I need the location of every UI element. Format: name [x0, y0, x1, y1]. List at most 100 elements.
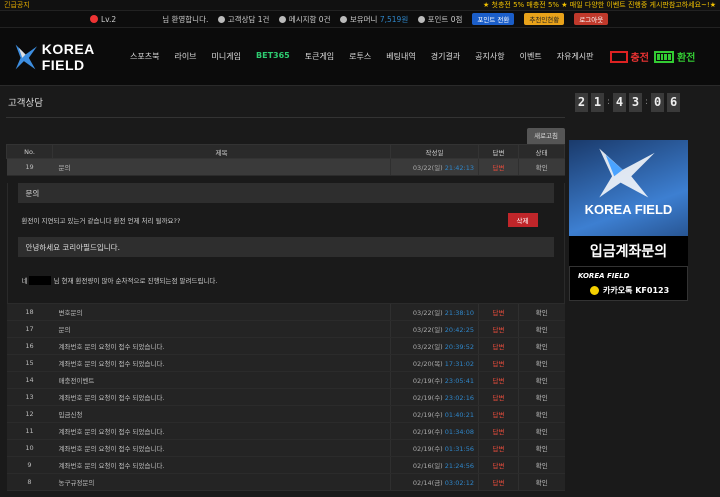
- row-date-time: 17:31:02: [444, 360, 474, 368]
- row-date: 03/22(일) 20:42:25: [390, 320, 479, 338]
- banner-deposit-text: 입금계좌문의: [569, 236, 688, 266]
- urgent-notice-label[interactable]: 긴급공지: [4, 0, 30, 10]
- mail-icon: [279, 16, 287, 23]
- money-value: 7,519원: [379, 14, 409, 24]
- charge-label: 충전: [630, 53, 649, 64]
- kakao-banner[interactable]: KOREA FIELD 카카오톡 KF0123: [569, 266, 688, 301]
- point-icon: [418, 16, 426, 23]
- row-no: 12: [6, 405, 53, 423]
- row-date: 03/22(일) 21:42:13: [390, 158, 479, 176]
- banner2-logo-text: KOREA FIELD: [578, 272, 630, 280]
- table-row[interactable]: 11 계좌번호 문의 요청이 접수 되었습니다. 02/19(수) 01:34:08…: [6, 422, 565, 440]
- menu-free-board[interactable]: 자유게시판: [557, 51, 594, 62]
- table-row-active[interactable]: 19 문의 03/22(일) 21:42:13 답변 확인: [6, 158, 565, 176]
- row-date: 02/19(수) 01:40:21: [390, 405, 479, 423]
- row-title[interactable]: 계좌번호 문의 요청이 접수 되었습니다.: [52, 439, 391, 457]
- row-title[interactable]: 계좌번호 문의 요청이 접수 되었습니다.: [52, 456, 391, 474]
- charge-exchange: 충전 환전: [609, 49, 695, 64]
- message-link[interactable]: 메시지함 0건: [279, 14, 330, 25]
- row-title[interactable]: 매충전이벤트: [52, 371, 391, 389]
- menu-event[interactable]: 이벤트: [520, 51, 542, 62]
- inquiry-detail: 문의 환전이 지연되고 있는거 같습니다 환전 언제 처리 될까요?? 삭제 안…: [6, 183, 565, 303]
- logo-star-icon: [15, 44, 38, 69]
- site-logo[interactable]: KOREA FIELD: [14, 40, 124, 74]
- row-title[interactable]: 문의: [52, 158, 391, 176]
- row-answer: 답변: [478, 439, 519, 457]
- point-convert-button[interactable]: 포인트 전환: [472, 13, 515, 25]
- row-answer: 답변: [478, 456, 519, 474]
- reply-text: 님 현재 환전량이 많아 순차적으로 진행되는점 말려드립니다.: [53, 277, 218, 285]
- menu-list: 스포츠북 라이브 미니게임 BET365 토큰게임 로투스 베팅내역 경기결과 …: [130, 51, 594, 62]
- question-text: 환전이 지연되고 있는거 같습니다 환전 언제 처리 될까요??: [21, 217, 181, 225]
- table-row[interactable]: 14 매충전이벤트 02/19(수) 23:05:41 답변 확인: [6, 371, 565, 389]
- battery-empty-icon: [609, 50, 628, 63]
- row-status: 확인: [518, 158, 565, 176]
- row-status: 확인: [518, 405, 565, 423]
- table-row[interactable]: 9 계좌번호 문의 요청이 접수 되었습니다. 02/16(일) 21:24:56 답…: [6, 456, 565, 474]
- row-title[interactable]: 계좌번호 문의 요청이 접수 되었습니다.: [52, 354, 391, 372]
- deposit-account-banner[interactable]: KOREA FIELD 입금계좌문의: [569, 140, 688, 266]
- message-count: 메시지함 0건: [288, 14, 331, 24]
- exchange-button[interactable]: 환전: [653, 49, 695, 64]
- logout-button[interactable]: 로그아웃: [574, 13, 609, 25]
- menu-notice[interactable]: 공지사항: [475, 51, 504, 62]
- row-no: 17: [6, 320, 53, 338]
- redacted-name: [29, 275, 52, 285]
- battery-full-icon: [653, 50, 674, 63]
- row-date: 02/19(수) 23:02:16: [390, 388, 479, 406]
- row-date-time: 20:42:25: [444, 326, 474, 334]
- reply-heading: 안녕하세요 코리아필드입니다.: [17, 237, 554, 257]
- row-date-day: 02/19(수): [412, 445, 443, 453]
- table-row[interactable]: 8 농구규정문의 02/14(금) 03:02:12 답변 확인: [6, 473, 565, 491]
- menu-lotus[interactable]: 로투스: [349, 51, 371, 62]
- row-title[interactable]: 계좌번호 문의 요청이 접수 되었습니다.: [52, 388, 391, 406]
- recommend-button[interactable]: 추천인현황: [524, 13, 565, 25]
- question-body: 환전이 지연되고 있는거 같습니다 환전 언제 처리 될까요?? 삭제: [18, 203, 554, 237]
- row-date-time: 21:24:56: [444, 462, 474, 470]
- row-date: 02/19(수) 23:05:41: [390, 371, 479, 389]
- row-title[interactable]: 입금신청: [52, 405, 391, 423]
- row-status: 확인: [518, 371, 565, 389]
- top-notice-bar: 긴급공지 ★ 첫충전 5% 매충전 5% ★ 매일 다양한 이벤트 진행중 게시…: [0, 0, 720, 11]
- table-row[interactable]: 12 입금신청 02/19(수) 01:40:21 답변 확인: [6, 405, 565, 423]
- row-answer: 답변: [478, 158, 519, 176]
- row-date: 02/20(목) 17:31:02: [390, 354, 479, 372]
- row-title[interactable]: 문의: [52, 320, 391, 338]
- menu-live[interactable]: 라이브: [174, 51, 196, 62]
- charge-button[interactable]: 충전: [609, 49, 649, 64]
- row-status: 확인: [518, 456, 565, 474]
- row-title[interactable]: 농구규정문의: [52, 473, 391, 491]
- row-answer: 답변: [478, 303, 519, 321]
- delete-button[interactable]: 삭제: [507, 213, 538, 227]
- row-date-day: 02/20(목): [412, 360, 443, 368]
- menu-bet-history[interactable]: 베팅내역: [386, 51, 415, 62]
- menu-minigame[interactable]: 미니게임: [212, 51, 241, 62]
- table-row[interactable]: 15 계좌번호 문의 요청이 접수 되었습니다. 02/20(목) 17:31:02…: [6, 354, 565, 372]
- row-status: 확인: [518, 320, 565, 338]
- menu-token-game[interactable]: 토큰게임: [305, 51, 334, 62]
- col-no: No.: [6, 144, 53, 159]
- row-no: 14: [6, 371, 53, 389]
- col-date: 작성일: [390, 144, 479, 159]
- menu-bet365[interactable]: BET365: [256, 51, 290, 62]
- table-row[interactable]: 16 계좌번호 문의 요청이 접수 되었습니다. 03/22(일) 20:39:52…: [6, 337, 565, 355]
- kakao-icon: [590, 286, 599, 295]
- table-row[interactable]: 18 변호문의 03/22(일) 21:38:10 답변 확인: [6, 303, 565, 321]
- clock-digit: 2: [575, 92, 588, 112]
- table-row[interactable]: 10 계좌번호 문의 요청이 접수 되었습니다. 02/19(수) 01:31:56…: [6, 439, 565, 457]
- menu-sportsbook[interactable]: 스포츠북: [130, 51, 159, 62]
- row-title[interactable]: 변호문의: [52, 303, 391, 321]
- table-row[interactable]: 13 계좌번호 문의 요청이 접수 되었습니다. 02/19(수) 23:02:16…: [6, 388, 565, 406]
- inquiry-count: 고객상담 1건: [227, 14, 270, 24]
- row-status: 확인: [518, 337, 565, 355]
- row-date-time: 23:05:41: [444, 377, 474, 385]
- table-row[interactable]: 17 문의 03/22(일) 20:42:25 답변 확인: [6, 320, 565, 338]
- clock-digit: 3: [629, 92, 643, 112]
- row-title[interactable]: 계좌번호 문의 요청이 접수 되었습니다.: [52, 337, 391, 355]
- refresh-button[interactable]: 새로고침: [527, 128, 565, 144]
- menu-results[interactable]: 경기결과: [431, 51, 460, 62]
- inquiry-link[interactable]: 고객상담 1건: [218, 14, 269, 25]
- row-title[interactable]: 계좌번호 문의 요청이 접수 되었습니다.: [52, 422, 391, 440]
- row-date: 02/19(수) 01:34:08: [390, 422, 479, 440]
- clock-digit: 1: [591, 92, 604, 112]
